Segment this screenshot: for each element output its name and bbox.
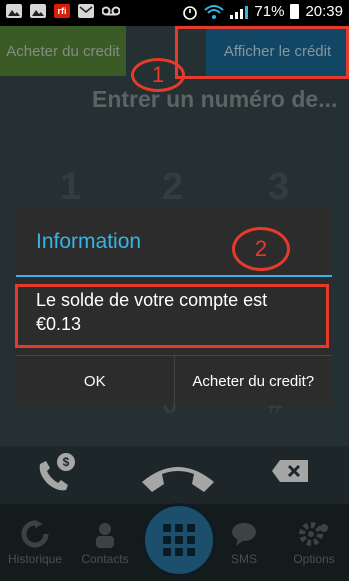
rfi-icon: rfi <box>54 4 70 18</box>
voicemail-icon <box>101 4 121 18</box>
mail-icon <box>78 4 94 18</box>
image-icon <box>30 4 46 18</box>
alarm-icon <box>182 4 198 20</box>
battery-icon <box>290 4 300 19</box>
battery-percent: 71% <box>254 3 285 20</box>
buy-credit-dialog-button[interactable]: Acheter du credit? <box>175 356 333 406</box>
annotation-marker-2: 2 <box>232 227 290 271</box>
dialog-buttons: OK Acheter du credit? <box>16 355 332 406</box>
status-bar: rfi 71% 20:39 <box>0 0 349 26</box>
annotation-marker-2-label: 2 <box>254 236 268 261</box>
dialog-divider <box>16 275 332 277</box>
image-icon <box>6 4 22 18</box>
ok-button[interactable]: OK <box>16 356 175 406</box>
annotation-box-1 <box>175 26 349 79</box>
system-status: 71% 20:39 <box>182 3 343 20</box>
annotation-marker-1: 1 <box>131 58 185 92</box>
clock: 20:39 <box>305 3 343 20</box>
annotation-box-2 <box>15 284 329 348</box>
signal-icon <box>230 5 249 19</box>
annotation-marker-1-label: 1 <box>151 62 165 87</box>
dialog-title: Information <box>36 230 142 253</box>
wifi-icon <box>204 4 225 20</box>
notification-icons: rfi <box>6 4 121 18</box>
